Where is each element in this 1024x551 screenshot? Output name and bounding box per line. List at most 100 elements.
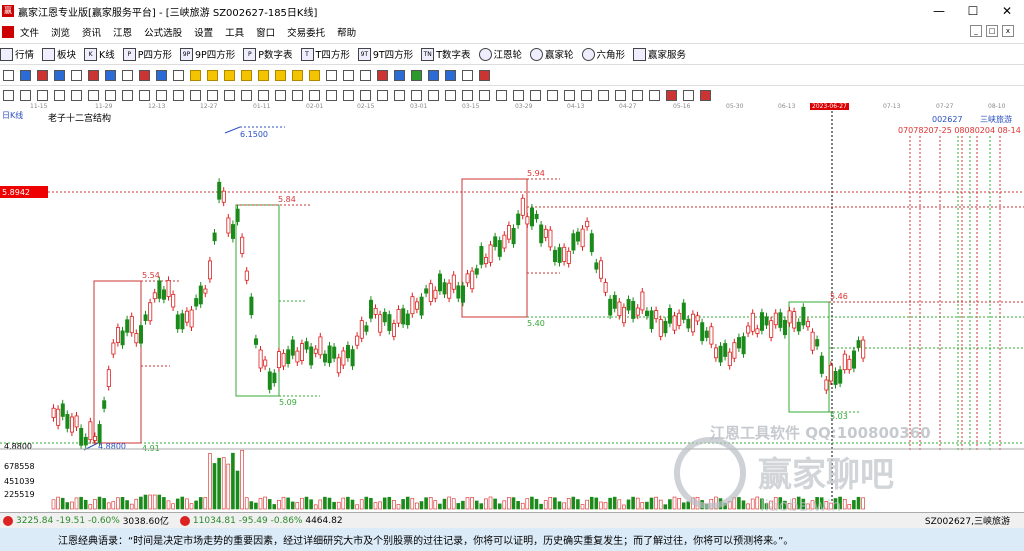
chart-tool-icon[interactable] [309,89,320,101]
chart-tool-icon[interactable] [20,69,31,81]
tool-t-square[interactable]: T T四方形 [300,47,350,61]
chart-tool-icon[interactable] [37,69,48,81]
chart-tool-icon[interactable] [326,89,337,101]
chart-tool-icon[interactable] [649,89,660,101]
chart-tool-icon[interactable] [241,69,252,81]
tool-winner-wheel[interactable]: 赢家轮 [530,47,574,61]
chart-tool-icon[interactable] [122,69,133,81]
chart-tool-icon[interactable] [428,69,439,81]
tool-kline[interactable]: K K线 [84,47,115,61]
chart-tool-icon[interactable] [241,89,252,101]
chart-tool-icon[interactable] [496,89,507,101]
chart-tool-icon[interactable] [122,89,133,101]
tool-t-table[interactable]: TN T数字表 [421,47,471,61]
tool-quotes[interactable]: 行情 [0,47,34,61]
chart-tool-icon[interactable] [224,89,235,101]
tool-9t-square[interactable]: 9T 9T四方形 [357,47,413,61]
chart-tool-icon[interactable] [190,69,201,81]
menu-item-gann[interactable]: 江恩 [107,25,138,39]
chart-tool-icon[interactable] [479,69,490,81]
chart-tool-icon[interactable] [190,89,201,101]
chart-tool-icon[interactable] [275,89,286,101]
chart-tool-icon[interactable] [445,89,456,101]
menu-item-help[interactable]: 帮助 [331,25,362,39]
mdi-close-icon[interactable]: x [1002,25,1014,37]
chart-tool-icon[interactable] [530,89,541,101]
menu-item-trade[interactable]: 交易委托 [281,25,331,39]
chart-tool-icon[interactable] [292,89,303,101]
chart-tool-icon[interactable] [207,89,218,101]
chart-tool-icon[interactable] [292,69,303,81]
chart-tool-icon[interactable] [54,89,65,101]
chart-tool-icon[interactable] [547,89,558,101]
chart-tool-icon[interactable] [394,69,405,81]
chart-tool-icon[interactable] [3,89,14,101]
tool-p-square[interactable]: P P四方形 [122,47,172,61]
chart-tool-icon[interactable] [156,89,167,101]
chart-tool-icon[interactable] [275,69,286,81]
close-button[interactable]: ✕ [990,0,1024,22]
chart-tool-icon[interactable] [479,89,490,101]
chart-tool-icon[interactable] [224,69,235,81]
chart-tool-icon[interactable] [105,89,116,101]
chart-tool-icon[interactable] [394,89,405,101]
hand-icon[interactable] [326,69,337,81]
chart-tool-icon[interactable] [598,89,609,101]
chart-tool-icon[interactable] [445,69,456,81]
tool-9p-square[interactable]: 9P 9P四方形 [180,47,235,61]
chart-tool-icon[interactable] [309,69,320,81]
sz-index[interactable]: 11034.81 -95.49 -0.86% 4464.82 [177,515,343,526]
menu-item-news[interactable]: 资讯 [76,25,107,39]
chart-tool-icon[interactable] [156,69,167,81]
chart-tool-icon[interactable] [377,69,388,81]
chart-tool-icon[interactable] [258,89,269,101]
chart-tool-icon[interactable] [71,89,82,101]
tool-sector[interactable]: 板块 [42,47,76,61]
chart-tool-icon[interactable] [581,89,592,101]
chart-tool-icon[interactable] [666,89,677,101]
chart-tool-icon[interactable] [462,69,473,81]
chart-tool-icon[interactable] [360,89,371,101]
chart-tool-icon[interactable] [139,69,150,81]
chart-tool-icon[interactable] [428,89,439,101]
crosshair-icon[interactable] [343,69,354,81]
chart-tool-icon[interactable] [258,69,269,81]
line-tool-icon[interactable] [360,69,371,81]
chart-tool-icon[interactable] [20,89,31,101]
sh-index[interactable]: 3225.84 -19.51 -0.60% 3038.60亿 [0,514,169,527]
menu-item-window[interactable]: 窗口 [250,25,281,39]
tool-p-table[interactable]: P P数字表 [243,47,293,61]
chart-tool-icon[interactable] [615,89,626,101]
chart-tool-icon[interactable] [632,89,643,101]
chart-tool-icon[interactable] [54,69,65,81]
chart-tool-icon[interactable] [207,69,218,81]
tool-gann-wheel[interactable]: 江恩轮 [478,47,522,61]
tool-hexagon[interactable]: 六角形 [581,47,625,61]
menu-item-file[interactable]: 文件 [14,25,45,39]
chart-tool-icon[interactable] [343,89,354,101]
chart-tool-icon[interactable] [564,89,575,101]
chart-tool-icon[interactable] [173,89,184,101]
menu-item-formula[interactable]: 公式选股 [138,25,188,39]
chart-tool-icon[interactable] [71,69,82,81]
menu-item-settings[interactable]: 设置 [188,25,219,39]
minimize-button[interactable]: — [922,0,956,22]
menu-item-tools[interactable]: 工具 [219,25,250,39]
chart-tool-icon[interactable] [139,89,150,101]
kline-chart[interactable]: 日K线 老子十二宫结构 002627 三峡旅游 07078207-25 0808… [0,110,1024,515]
chart-tool-icon[interactable] [88,69,99,81]
chart-tool-icon[interactable] [173,69,184,81]
mdi-minimize-icon[interactable]: _ [970,25,982,37]
chart-tool-icon[interactable] [88,89,99,101]
chart-tool-icon[interactable] [411,89,422,101]
menu-item-browse[interactable]: 浏览 [45,25,76,39]
chart-tool-icon[interactable] [105,69,116,81]
chart-tool-icon[interactable] [513,89,524,101]
mdi-restore-icon[interactable]: □ [986,25,998,37]
maximize-button[interactable]: ☐ [956,0,990,22]
tool-service[interactable]: 赢家服务 [633,47,686,61]
chart-tool-icon[interactable] [377,89,388,101]
menu-dropdown-icon[interactable] [3,69,14,81]
chart-tool-icon[interactable] [700,89,711,101]
chart-tool-icon[interactable] [683,89,694,101]
